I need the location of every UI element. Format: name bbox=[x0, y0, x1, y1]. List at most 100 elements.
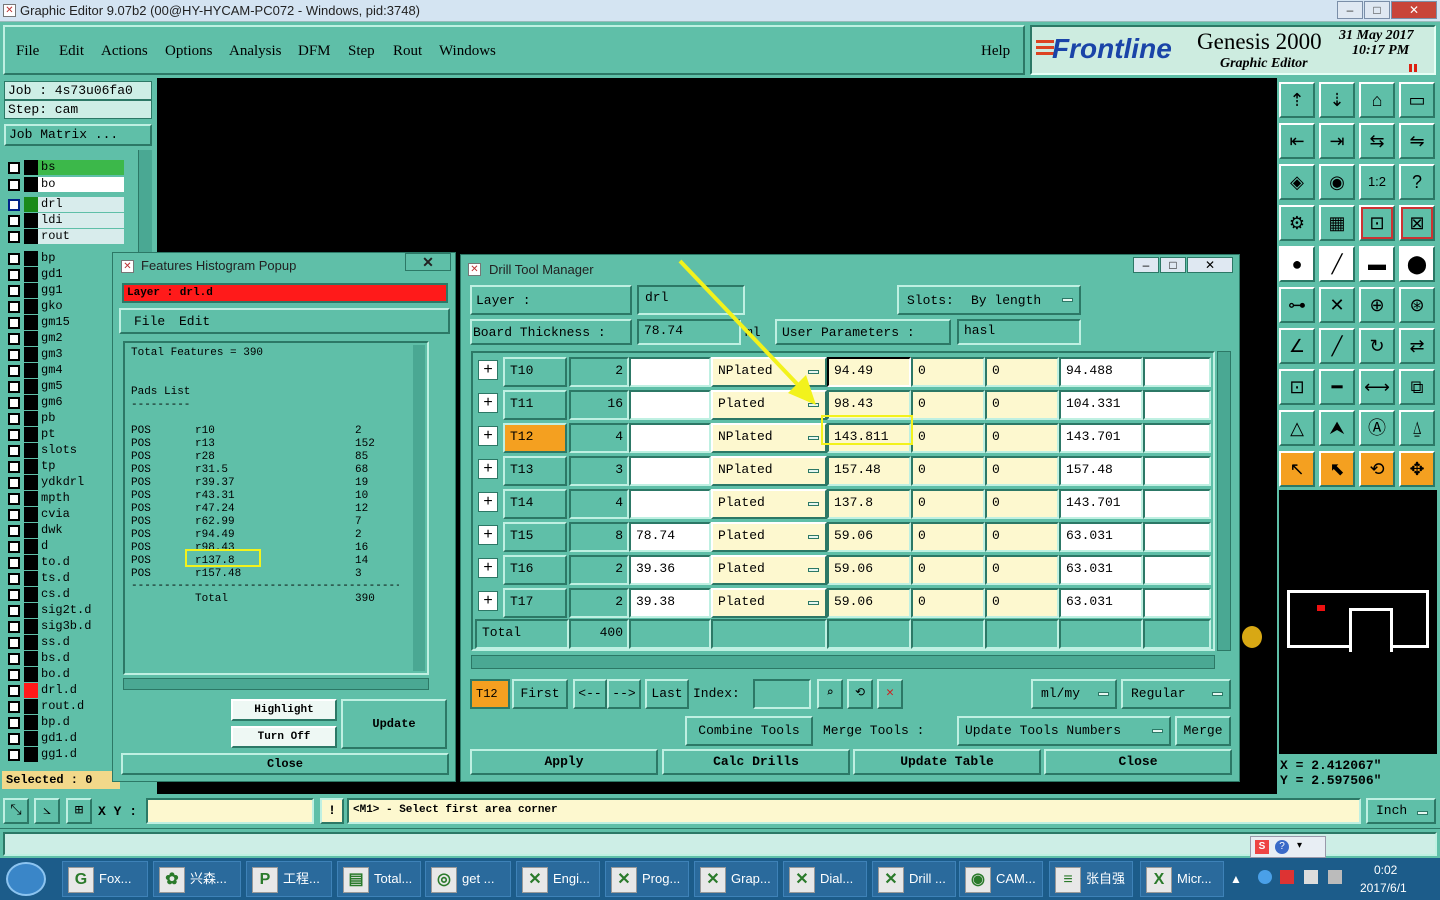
taskbar-item[interactable]: ✕ Dial... bbox=[783, 861, 867, 897]
expand-icon[interactable]: + bbox=[478, 459, 498, 479]
tolerance-plus[interactable]: 0 bbox=[911, 489, 985, 519]
tray-security-icon[interactable] bbox=[1280, 870, 1294, 884]
split-icon[interactable]: ━ bbox=[1319, 369, 1355, 405]
close-button[interactable]: Close bbox=[1044, 749, 1232, 775]
tray-volume-icon[interactable] bbox=[1328, 870, 1342, 884]
snap-grid-icon[interactable]: ⊠ bbox=[1399, 205, 1435, 241]
layer-row[interactable]: gm6 bbox=[6, 395, 124, 410]
unit-dropdown[interactable]: Inch bbox=[1366, 798, 1436, 824]
tray-network-icon[interactable] bbox=[1258, 870, 1272, 884]
layer-checkbox[interactable] bbox=[8, 413, 20, 425]
move-node-icon[interactable]: ⊛ bbox=[1399, 287, 1435, 323]
expand-icon[interactable]: + bbox=[478, 558, 498, 578]
tool-input[interactable] bbox=[629, 489, 711, 519]
taskbar-item[interactable]: ✕ Prog... bbox=[605, 861, 689, 897]
histogram-close-x[interactable]: ✕ bbox=[405, 253, 451, 271]
tool-row[interactable]: + T13 3 NPlated 157.48 0 0 157.48 bbox=[473, 454, 1213, 487]
layer-row[interactable]: cvia bbox=[6, 507, 124, 522]
drag-handle-icon[interactable] bbox=[1242, 626, 1262, 648]
layer-name[interactable]: bs bbox=[38, 160, 124, 175]
layer-row[interactable]: rout bbox=[6, 229, 124, 244]
dtm-maximize[interactable]: □ bbox=[1160, 257, 1186, 273]
menu-help[interactable]: Help bbox=[981, 43, 1010, 60]
layer-checkbox[interactable] bbox=[8, 461, 20, 473]
layer-checkbox[interactable] bbox=[8, 621, 20, 633]
taskbar-item[interactable]: ✕ Engi... bbox=[516, 861, 600, 897]
maximize-button[interactable]: □ bbox=[1364, 1, 1390, 19]
layer-row[interactable]: gm2 bbox=[6, 331, 124, 346]
histogram-menu-edit[interactable]: Edit bbox=[179, 314, 210, 329]
tool-row[interactable]: + T14 4 Plated 137.8 0 0 143.701 bbox=[473, 487, 1213, 520]
layer-checkbox[interactable] bbox=[8, 285, 20, 297]
layer-row[interactable]: drl.d bbox=[6, 683, 124, 698]
layer-row[interactable]: d bbox=[6, 539, 124, 554]
close-window-button[interactable]: ✕ bbox=[1391, 1, 1437, 19]
taskbar-item[interactable]: ◉ CAM... bbox=[959, 861, 1043, 897]
tool-extra[interactable] bbox=[1143, 390, 1211, 420]
layer-checkbox[interactable] bbox=[8, 199, 20, 211]
expand-icon[interactable]: + bbox=[478, 426, 498, 446]
layer-row[interactable]: gd1 bbox=[6, 267, 124, 282]
connect-icon[interactable]: ⊶ bbox=[1279, 287, 1315, 323]
pause-icon[interactable] bbox=[1409, 64, 1412, 72]
taskbar-item[interactable]: ≡ 张自强 bbox=[1049, 861, 1133, 897]
layer-row[interactable]: pb bbox=[6, 411, 124, 426]
select-rotate-icon[interactable]: ⟲ bbox=[1359, 451, 1395, 487]
layer-checkbox[interactable] bbox=[8, 733, 20, 745]
tool-input[interactable] bbox=[629, 423, 711, 453]
help-query-icon[interactable]: ? bbox=[1399, 164, 1435, 200]
layer-checkbox[interactable] bbox=[8, 541, 20, 553]
layer-row[interactable]: gko bbox=[6, 299, 124, 314]
layer-checkbox[interactable] bbox=[8, 253, 20, 265]
layer-checkbox[interactable] bbox=[8, 162, 20, 174]
expand-icon[interactable]: + bbox=[478, 393, 498, 413]
tolerance-plus[interactable]: 0 bbox=[911, 390, 985, 420]
layer-checkbox[interactable] bbox=[8, 429, 20, 441]
ime-bar[interactable]: S ? ▾ bbox=[1250, 836, 1326, 858]
histogram-menu-file[interactable]: File bbox=[134, 314, 165, 329]
layer-checkbox[interactable] bbox=[8, 477, 20, 489]
angle-icon[interactable]: ∠ bbox=[1279, 328, 1315, 364]
histogram-hscroll[interactable] bbox=[123, 678, 429, 690]
layer-name[interactable]: ldi bbox=[38, 213, 124, 228]
menu-actions[interactable]: Actions bbox=[101, 43, 148, 60]
layer-checkbox[interactable] bbox=[8, 701, 20, 713]
last-button[interactable]: Last bbox=[645, 679, 689, 709]
layer-checkbox[interactable] bbox=[8, 445, 20, 457]
alert-icon[interactable]: ! bbox=[320, 798, 344, 824]
tolerance-minus[interactable]: 0 bbox=[985, 588, 1059, 618]
line-icon[interactable]: ╱ bbox=[1319, 246, 1355, 282]
finish-size[interactable]: 59.06 bbox=[827, 555, 911, 585]
layer-row[interactable]: gm5 bbox=[6, 379, 124, 394]
finish-size[interactable]: 157.48 bbox=[827, 456, 911, 486]
menu-edit[interactable]: Edit bbox=[59, 43, 84, 60]
prev-button[interactable]: <-- bbox=[573, 679, 607, 709]
cancel-search-icon[interactable]: ✕ bbox=[877, 679, 903, 709]
draw-line-icon[interactable]: ╱ bbox=[1319, 328, 1355, 364]
layer-row[interactable]: ldi bbox=[6, 213, 124, 228]
layer-checkbox[interactable] bbox=[8, 317, 20, 329]
layer-checkbox[interactable] bbox=[8, 215, 20, 227]
layer-row[interactable]: ts.d bbox=[6, 571, 124, 586]
select-icon[interactable]: ⬉ bbox=[1319, 451, 1355, 487]
mode-dropdown[interactable]: Regular bbox=[1121, 679, 1231, 709]
layer-checkbox[interactable] bbox=[8, 365, 20, 377]
layer-up-icon[interactable]: ⇡ bbox=[1279, 82, 1315, 118]
tolerance-plus[interactable]: 0 bbox=[911, 588, 985, 618]
tool-row[interactable]: + T15 8 78.74 Plated 59.06 0 0 63.031 bbox=[473, 520, 1213, 553]
layer-row[interactable]: gg1 bbox=[6, 283, 124, 298]
layer-row[interactable]: gm15 bbox=[6, 315, 124, 330]
pan-left-icon[interactable]: ⇤ bbox=[1279, 123, 1315, 159]
next-button[interactable]: --> bbox=[607, 679, 641, 709]
tool-type-dropdown[interactable]: NPlated bbox=[711, 456, 827, 486]
tool-type-dropdown[interactable]: Plated bbox=[711, 489, 827, 519]
menu-rout[interactable]: Rout bbox=[393, 43, 422, 60]
swap-icon[interactable]: ⇆ bbox=[1359, 123, 1395, 159]
select-pad-icon[interactable]: ⊡ bbox=[1279, 369, 1315, 405]
dtm-minimize[interactable]: – bbox=[1133, 257, 1159, 273]
tolerance-plus[interactable]: 0 bbox=[911, 456, 985, 486]
highlight-button[interactable]: Highlight bbox=[231, 699, 337, 721]
finish-size[interactable]: 59.06 bbox=[827, 522, 911, 552]
tool-input[interactable]: 39.36 bbox=[629, 555, 711, 585]
triangle-icon[interactable]: △ bbox=[1279, 410, 1315, 446]
